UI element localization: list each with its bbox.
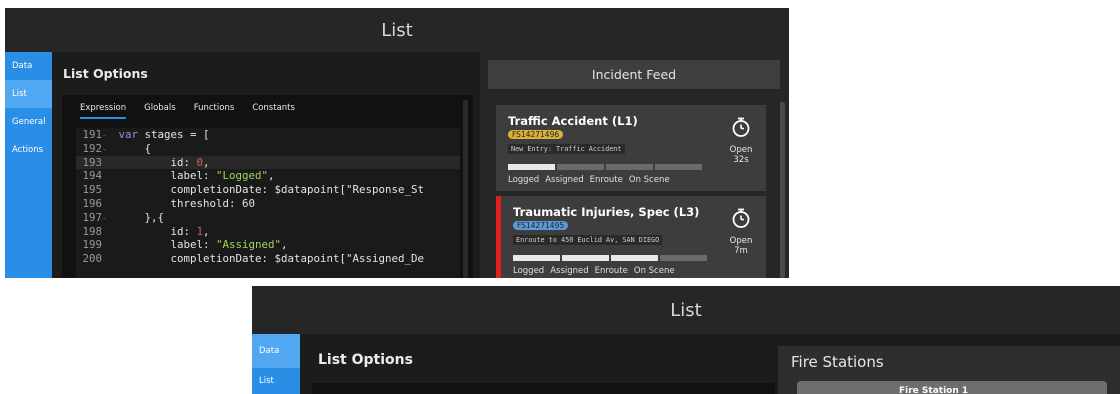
station-name: Fire Station 1	[899, 386, 969, 394]
feed-scrollbar[interactable]	[780, 102, 785, 278]
stage-segment	[611, 255, 658, 261]
code-line[interactable]: 193 id: 0,	[76, 155, 460, 170]
editor-area	[312, 383, 775, 394]
incident-status: Open 32s	[724, 145, 758, 165]
stage-progress-bar	[513, 255, 709, 261]
sidebar: Data List	[252, 334, 300, 394]
status-label: Open	[729, 145, 753, 155]
incident-card[interactable]: Traffic Accident (L1) FS14271496 New Ent…	[496, 105, 766, 191]
stage-label-enroute: Enroute	[594, 266, 628, 276]
code-line[interactable]: 194 label: "Logged",	[76, 169, 460, 183]
expression-editor: Expression Globals Functions Constants 1…	[62, 95, 473, 278]
sidebar-item-data[interactable]: Data	[252, 334, 300, 368]
sidebar-item-list[interactable]: List	[252, 368, 300, 394]
editor-scrollbar[interactable]	[463, 100, 468, 278]
code-line[interactable]: 195 completionDate: $datapoint["Response…	[76, 183, 460, 197]
incident-feed-panel: Incident Feed Traffic Accident (L1) FS14…	[480, 52, 789, 278]
stage-progress-bar	[508, 164, 704, 170]
sidebar-item-actions[interactable]: Actions	[5, 136, 52, 164]
feed-title: Incident Feed	[488, 60, 780, 89]
stage-label-on-scene: On Scene	[633, 266, 675, 276]
tab-globals[interactable]: Globals	[144, 103, 176, 119]
stage-label-logged: Logged	[513, 266, 545, 276]
stage-segment	[562, 255, 609, 261]
stage-segment	[557, 164, 604, 170]
incident-status: Open 7m	[724, 236, 758, 256]
stage-segment	[513, 255, 560, 261]
panel-title: List Options	[63, 66, 148, 81]
sidebar-item-general[interactable]: General	[5, 108, 52, 136]
list-editor-window: List Data List General Actions List Opti…	[5, 8, 789, 278]
stage-label-enroute: Enroute	[589, 175, 623, 185]
stage-segment	[508, 164, 555, 170]
stage-labels: Logged Assigned Enroute On Scene	[508, 175, 676, 185]
stage-segment	[655, 164, 702, 170]
panel-title: List Options	[318, 352, 413, 368]
incident-note: New Entry: Traffic Accident	[508, 144, 625, 154]
elapsed-time: 7m	[734, 246, 748, 256]
code-line[interactable]: 196 threshold: 60	[76, 197, 460, 211]
status-label: Open	[729, 236, 753, 246]
incident-id-badge: FS14271495	[513, 221, 569, 230]
code-line[interactable]: 192- {	[76, 142, 460, 156]
incident-note: Enroute to 450 Euclid Av, SAN DIEGO	[513, 235, 663, 245]
stations-title: Fire Stations	[791, 353, 884, 371]
stage-segment	[606, 164, 653, 170]
incident-card[interactable]: Traumatic Injuries, Spec (L3) FS14271495…	[496, 196, 766, 278]
code-line[interactable]: 197- },{	[76, 211, 460, 225]
stage-label-assigned: Assigned	[545, 175, 584, 185]
stage-segment	[660, 255, 707, 261]
incident-title: Traumatic Injuries, Spec (L3)	[513, 205, 700, 219]
stopwatch-icon	[732, 208, 750, 228]
fire-stations-panel: Fire Stations Fire Station 1	[778, 346, 1120, 394]
window-title: List	[5, 8, 789, 52]
incident-id-badge: FS14271496	[508, 130, 564, 139]
stage-label-logged: Logged	[508, 175, 540, 185]
tab-constants[interactable]: Constants	[252, 103, 295, 119]
stage-label-on-scene: On Scene	[628, 175, 670, 185]
list-stations-window: List Data List List Options Fire Station…	[252, 286, 1120, 394]
code-line[interactable]: 198 id: 1,	[76, 225, 460, 239]
editor-tabs: Expression Globals Functions Constants	[80, 103, 313, 119]
code-line[interactable]: 200 completionDate: $datapoint["Assigned…	[76, 252, 460, 266]
tab-expression[interactable]: Expression	[80, 103, 127, 119]
sidebar-item-list[interactable]: List	[5, 80, 52, 108]
code-editor[interactable]: 191- var stages = [192- {193 id: 0, 194 l…	[76, 128, 460, 278]
tab-functions[interactable]: Functions	[194, 103, 235, 119]
stopwatch-icon	[732, 117, 750, 137]
sidebar: Data List General Actions	[5, 52, 52, 278]
stage-label-assigned: Assigned	[550, 266, 589, 276]
sidebar-item-data[interactable]: Data	[5, 52, 52, 80]
list-item[interactable]: Fire Station 1	[797, 381, 1107, 394]
code-line[interactable]: 199 label: "Assigned",	[76, 238, 460, 252]
code-line[interactable]: 191- var stages = [	[76, 128, 460, 142]
elapsed-time: 32s	[733, 155, 749, 165]
stage-labels: Logged Assigned Enroute On Scene	[513, 266, 681, 276]
window-title: List	[252, 286, 1120, 334]
incident-title: Traffic Accident (L1)	[508, 114, 638, 128]
